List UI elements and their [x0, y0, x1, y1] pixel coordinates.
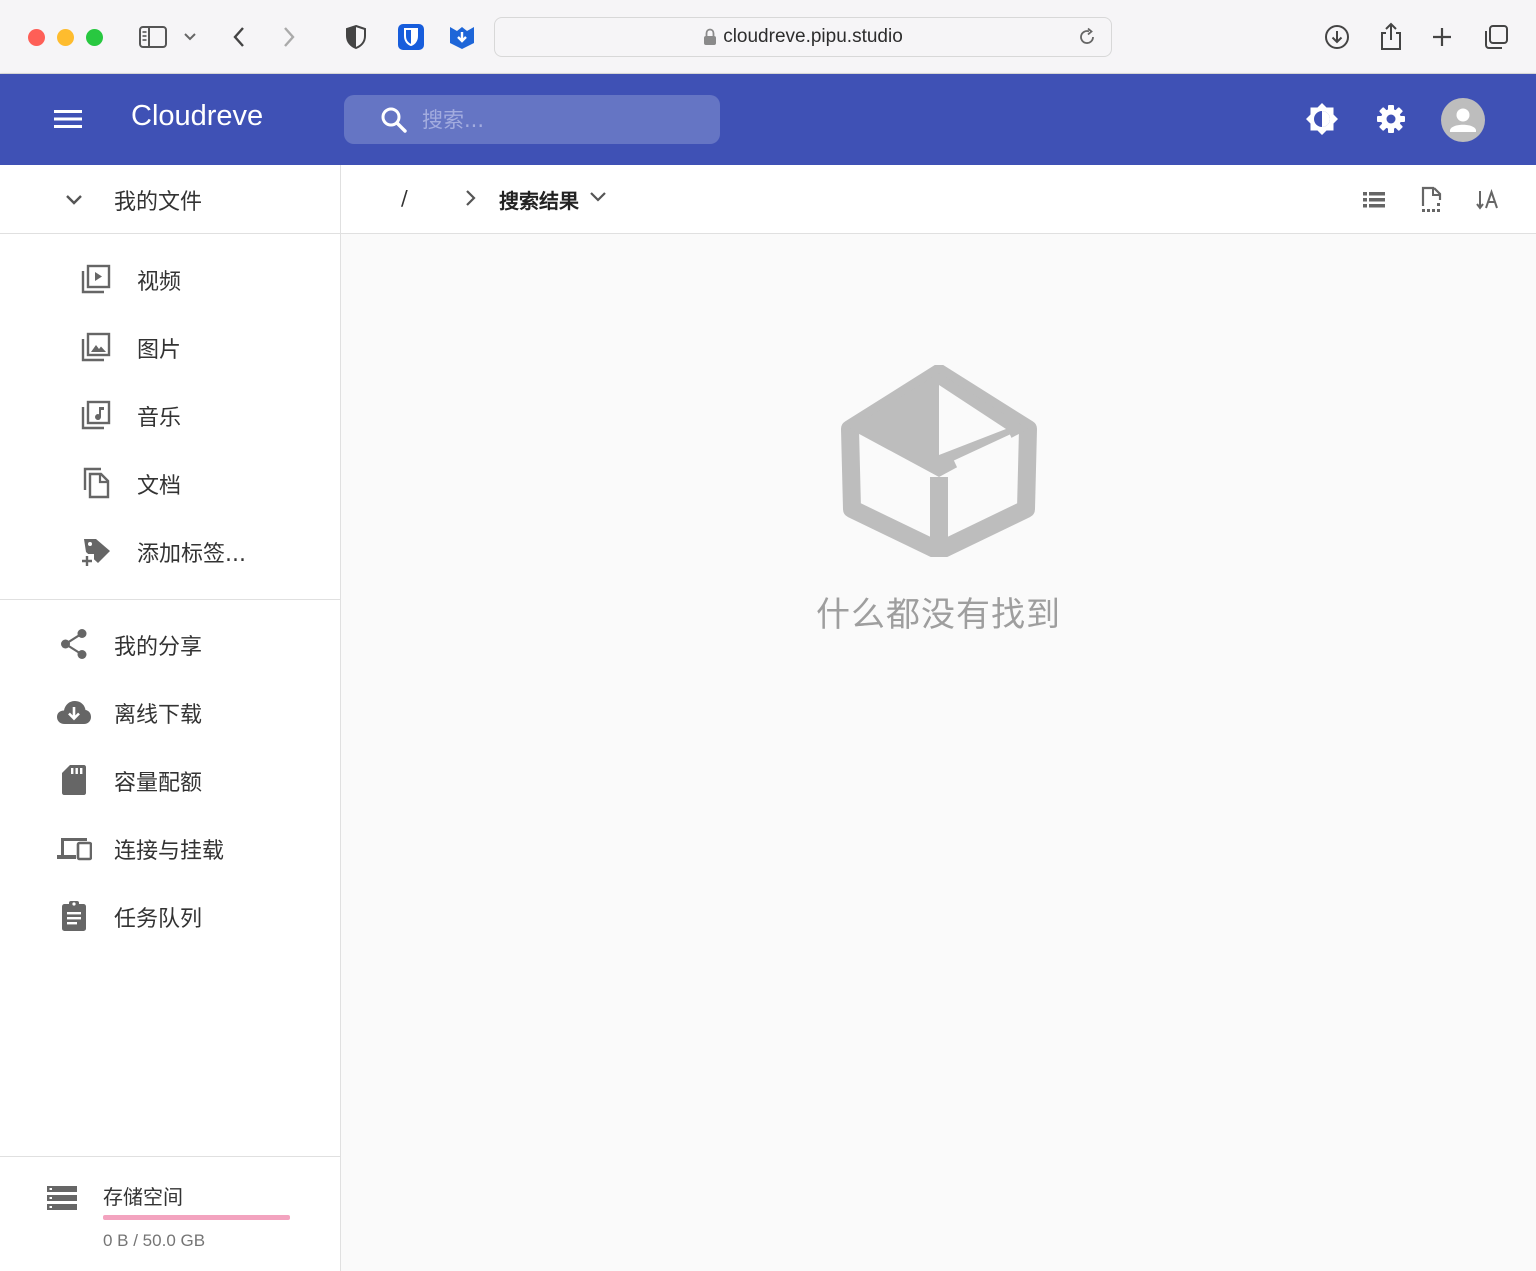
file-copy-icon: [80, 467, 112, 499]
sidebar-divider: [0, 599, 340, 600]
search-icon: [380, 106, 408, 134]
back-icon[interactable]: [226, 18, 252, 56]
downloads-icon[interactable]: [1320, 18, 1354, 56]
share-page-icon[interactable]: [1374, 18, 1408, 56]
sidebar-item-music[interactable]: 音乐: [0, 383, 340, 447]
download-extension-icon[interactable]: [447, 18, 477, 56]
sidebar-item-add-tag[interactable]: 添加标签...: [0, 519, 340, 583]
expand-more-icon: [62, 187, 86, 215]
chevron-down-icon[interactable]: [180, 18, 200, 56]
sidebar-item-label: 添加标签...: [137, 542, 246, 567]
search-input[interactable]: [422, 107, 702, 132]
sidebar-item-documents[interactable]: 文档: [0, 451, 340, 515]
app-bar: Cloudreve: [0, 74, 1536, 165]
empty-state: 什么都没有找到: [341, 234, 1536, 1271]
storage-panel[interactable]: 存储空间 0 B / 50.0 GB: [0, 1156, 340, 1271]
search-box[interactable]: [344, 95, 720, 144]
minimize-window-button[interactable]: [57, 29, 74, 46]
empty-box-icon: [838, 364, 1040, 561]
sidebar-item-offline-download[interactable]: 离线下载: [0, 680, 340, 744]
new-tab-icon[interactable]: [1426, 18, 1458, 56]
app-title: Cloudreve: [131, 100, 264, 132]
sidebar: 我的文件 视频 图片 音乐 文档 添加标签... 我的分享 离线下载 容量配额 …: [0, 165, 341, 1271]
url-text: cloudreve.pipu.studio: [723, 26, 903, 47]
sd-card-icon: [56, 764, 92, 796]
settings-gear-icon[interactable]: [1368, 96, 1414, 142]
lock-icon: [704, 28, 717, 45]
devices-icon: [56, 832, 92, 864]
shield-icon[interactable]: [342, 18, 370, 56]
sidebar-item-label: 连接与挂载: [114, 839, 225, 864]
zoom-window-button[interactable]: [86, 29, 103, 46]
storage-title: 存储空间: [103, 1185, 183, 1209]
breadcrumb-root[interactable]: /: [401, 186, 408, 210]
sidebar-item-label: 任务队列: [114, 907, 203, 932]
close-window-button[interactable]: [28, 29, 45, 46]
sidebar-item-connect-mount[interactable]: 连接与挂载: [0, 816, 340, 880]
forward-icon[interactable]: [276, 18, 302, 56]
storage-progress-bar: [103, 1215, 290, 1220]
chevron-right-icon: [462, 188, 478, 212]
sort-text-icon[interactable]: [1474, 185, 1504, 215]
menu-icon[interactable]: [48, 99, 88, 139]
sidebar-item-label: 我的分享: [114, 635, 203, 660]
chevron-down-icon[interactable]: [588, 189, 608, 209]
sidebar-item-video[interactable]: 视频: [0, 247, 340, 311]
sidebar-item-label: 文档: [137, 474, 182, 499]
assignment-icon: [56, 900, 92, 932]
sidebar-item-my-files[interactable]: 我的文件: [0, 165, 340, 234]
sidebar-item-label: 图片: [137, 338, 182, 363]
person-icon: [1450, 108, 1476, 132]
bitwarden-extension-icon[interactable]: [396, 18, 426, 56]
sidebar-toggle-icon[interactable]: [136, 18, 170, 56]
reload-icon[interactable]: [1077, 27, 1097, 51]
tab-overview-icon[interactable]: [1480, 18, 1512, 56]
sidebar-item-label: 视频: [137, 270, 182, 295]
sidebar-item-label: 音乐: [137, 406, 182, 431]
list-view-icon[interactable]: [1359, 185, 1389, 215]
photo-library-icon: [80, 331, 112, 363]
address-bar[interactable]: cloudreve.pipu.studio: [494, 17, 1112, 57]
theme-toggle-icon[interactable]: [1299, 96, 1345, 142]
navigator-toolbar: / 搜索结果: [341, 165, 1536, 234]
cloud-download-icon: [56, 696, 92, 728]
video-library-icon: [80, 263, 112, 295]
sidebar-item-images[interactable]: 图片: [0, 315, 340, 379]
user-avatar[interactable]: [1441, 98, 1485, 142]
breadcrumb-current[interactable]: 搜索结果: [499, 185, 579, 214]
sidebar-item-label: 容量配额: [114, 771, 203, 796]
pagination-icon[interactable]: [1416, 185, 1446, 215]
share-icon: [56, 628, 92, 660]
sidebar-item-quota[interactable]: 容量配额: [0, 748, 340, 812]
sidebar-item-label: 我的文件: [114, 190, 203, 215]
music-library-icon: [80, 399, 112, 431]
storage-icon: [46, 1184, 78, 1216]
sidebar-item-task-queue[interactable]: 任务队列: [0, 884, 340, 948]
sidebar-item-label: 离线下载: [114, 703, 203, 728]
add-tag-icon: [80, 535, 112, 567]
browser-chrome: cloudreve.pipu.studio: [0, 0, 1536, 74]
storage-used-text: 0 B / 50.0 GB: [103, 1231, 206, 1250]
sidebar-item-my-shares[interactable]: 我的分享: [0, 612, 340, 676]
empty-message: 什么都没有找到: [816, 595, 1061, 635]
